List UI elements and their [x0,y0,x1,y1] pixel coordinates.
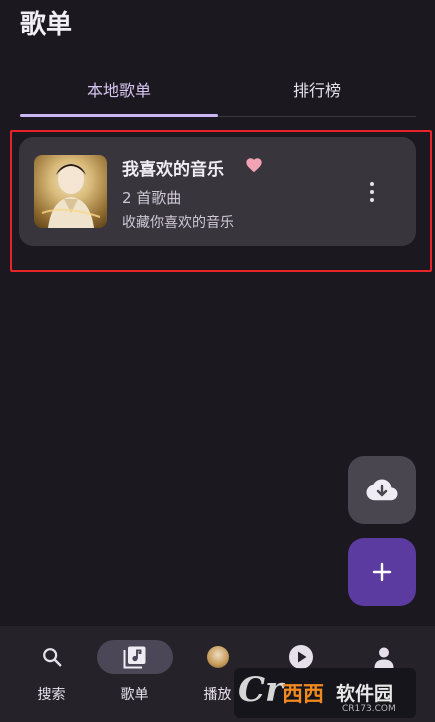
page-title: 歌单 [20,10,73,40]
cloud-download-icon [366,479,398,501]
playlist-title: 我喜欢的音乐 [122,160,224,180]
nav-icon-container [22,640,82,674]
tab-indicator [20,114,218,117]
plus-icon [372,562,392,582]
add-playlist-button[interactable] [348,538,416,606]
search-icon [42,648,61,667]
nav-label-playlists: 歌单 [120,687,149,703]
more-dot [370,190,374,194]
tab-local-playlists[interactable]: 本地歌单 [20,62,218,116]
screen: 歌单 本地歌单 排行榜 我喜欢的音乐 2 首歌曲 收藏你喜欢的音乐 搜索 歌单 … [0,0,435,722]
download-button[interactable] [348,456,416,524]
now-playing-avatar [206,646,229,668]
watermark-logo: Cr [238,670,283,710]
playlist-card[interactable]: 我喜欢的音乐 2 首歌曲 收藏你喜欢的音乐 [19,137,416,246]
person-icon [374,647,393,668]
nav-icon-container [96,640,173,674]
album-cover-image [34,155,107,228]
nav-label-search: 搜索 [37,687,66,703]
play-circle-icon [288,645,313,669]
watermark-brand: 西西 [282,682,324,706]
tab-bar: 本地歌单 排行榜 [20,62,416,118]
playlist-song-count: 2 首歌曲 [122,189,182,207]
heart-icon [246,158,262,173]
nav-item-playlists[interactable]: 歌单 [91,626,178,722]
more-dot [370,198,374,202]
playlist-icon [123,646,145,669]
tab-charts[interactable]: 排行榜 [218,62,416,116]
site-watermark: Cr 西西 软件园 CR173.COM [234,668,416,718]
watermark-url: CR173.COM [342,704,396,714]
more-dot [370,182,374,186]
playlist-description: 收藏你喜欢的音乐 [122,215,234,231]
watermark-text: 软件园 [336,683,394,705]
more-options-button[interactable] [359,175,385,209]
nav-item-search[interactable]: 搜索 [8,626,95,722]
